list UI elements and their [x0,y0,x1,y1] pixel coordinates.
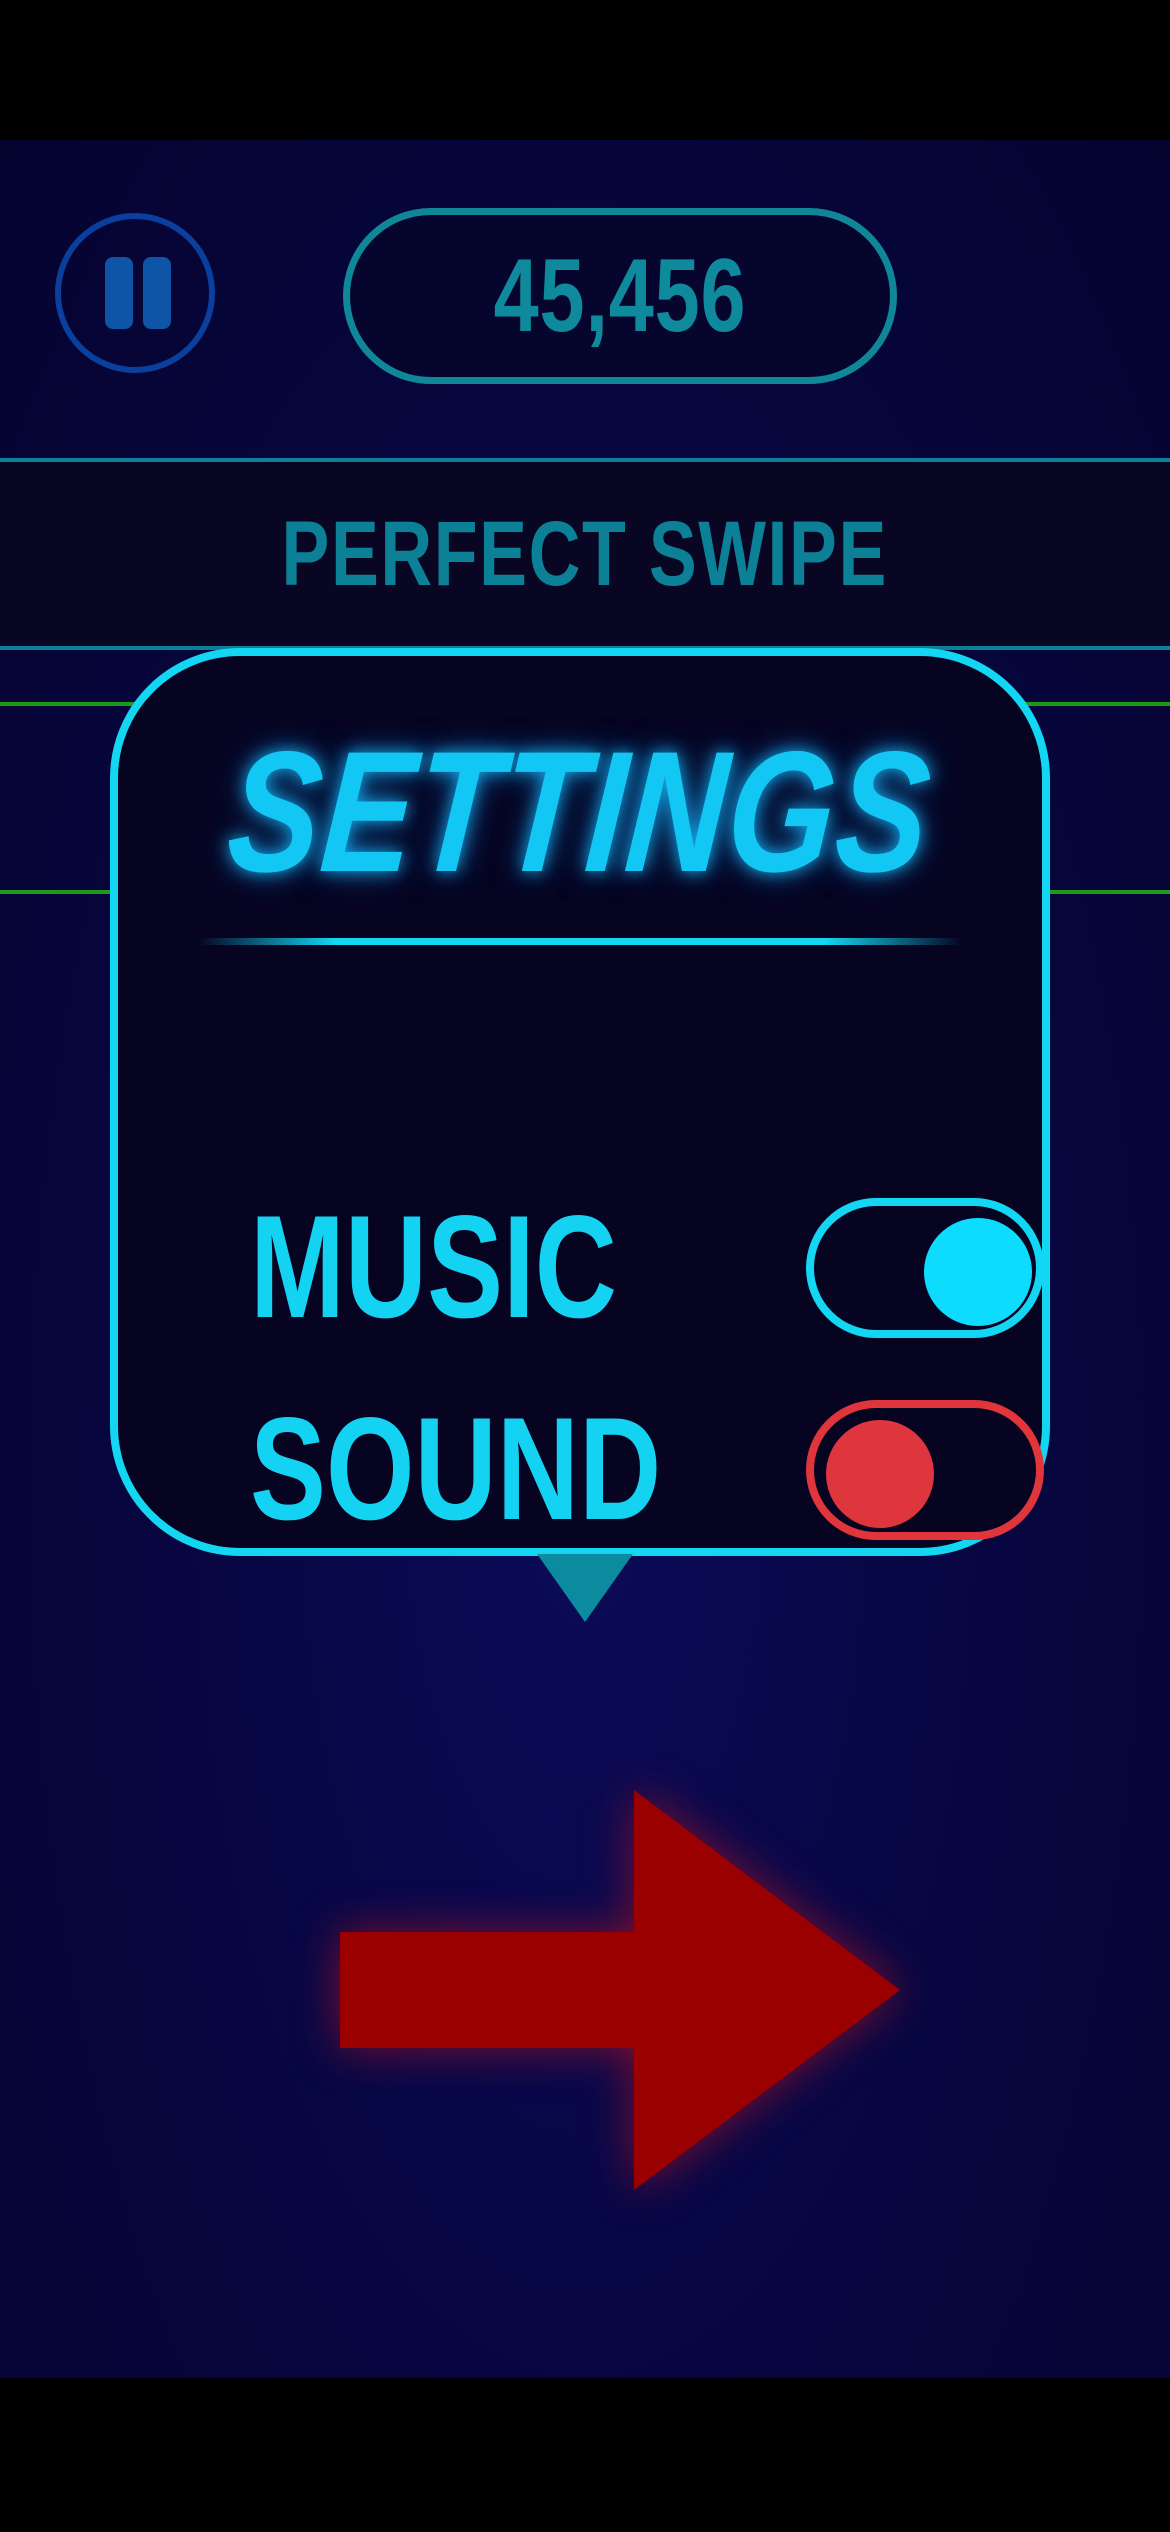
title-divider [198,938,962,945]
pause-button[interactable] [55,213,215,373]
pause-icon-bar-left [105,257,133,329]
sound-toggle-knob [826,1420,934,1528]
right-arrow-shape [340,1790,900,2190]
settings-dialog: SETTINGS MUSIC SOUND [110,648,1050,1556]
pause-icon-bar-right [143,257,171,329]
score-value: 45,456 [493,237,747,354]
setting-row-sound: SOUND [118,1387,1044,1550]
game-area[interactable]: 45,456 PERFECT SWIPE SETTINGS MUSIC SOUN… [0,140,1170,2378]
settings-title: SETTINGS [221,716,939,908]
dialog-pointer [537,1554,633,1622]
setting-row-music: MUSIC [118,1185,1044,1348]
right-arrow-icon [340,1790,900,2190]
sound-label: SOUND [250,1387,662,1550]
music-toggle[interactable] [806,1198,1044,1338]
score-display: 45,456 [343,208,897,384]
sound-toggle[interactable] [806,1400,1044,1540]
music-label: MUSIC [250,1185,617,1348]
music-toggle-knob [924,1218,1032,1326]
bottom-letterbox [0,2378,1170,2532]
feedback-banner: PERFECT SWIPE [0,462,1170,646]
feedback-text: PERFECT SWIPE [281,502,889,605]
top-letterbox [0,0,1170,140]
